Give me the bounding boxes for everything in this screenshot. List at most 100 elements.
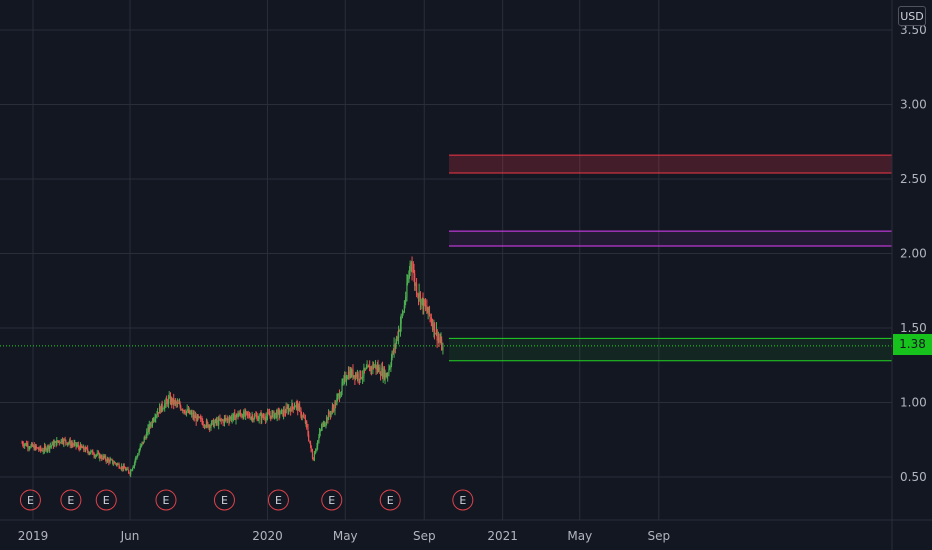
candle-body: [213, 422, 215, 427]
candle-body: [400, 315, 402, 324]
candle-body: [74, 442, 76, 444]
candle-body: [56, 440, 58, 446]
earnings-marker-label: E: [459, 494, 466, 507]
earnings-marker-label: E: [387, 494, 394, 507]
candle-body: [157, 412, 159, 414]
candle-body: [177, 402, 179, 404]
candle-body: [406, 281, 409, 283]
y-tick-label: 1.00: [900, 396, 927, 410]
candle-body: [218, 418, 220, 425]
earnings-marker-label: E: [328, 494, 335, 507]
candle-body: [339, 395, 341, 398]
candle-body: [191, 413, 193, 415]
candle-body: [357, 373, 359, 380]
candle-body: [121, 466, 123, 470]
candle-body: [123, 465, 125, 469]
candle-body: [312, 458, 314, 461]
candle-body: [402, 311, 404, 314]
candle-body: [276, 410, 278, 418]
candle-body: [202, 424, 204, 426]
candle-body: [245, 411, 247, 416]
candle-body: [306, 421, 308, 428]
candle-body: [175, 401, 177, 404]
candle-body: [166, 400, 168, 405]
candle-body: [256, 415, 258, 421]
candle-body: [424, 305, 427, 307]
candle-body: [378, 367, 380, 371]
candle-body: [105, 459, 107, 462]
earnings-markers: EEEEEEEEE: [19, 489, 474, 511]
candle-body: [198, 416, 200, 418]
time-axis[interactable]: 2019 Jun 2020 May Sep 2021 May Sep: [18, 529, 670, 543]
candle-body: [415, 283, 418, 295]
candle-body: [51, 442, 53, 446]
candle-body: [22, 444, 24, 446]
candle-body: [101, 457, 103, 460]
earnings-marker-label: E: [163, 494, 170, 507]
x-tick-label: 2019: [18, 529, 49, 543]
candle-body: [117, 463, 119, 465]
candle-body: [131, 467, 134, 471]
candle-body: [47, 445, 49, 450]
candle-body: [326, 417, 328, 424]
candle-body: [96, 453, 98, 455]
candle-body: [384, 372, 386, 379]
candle-body: [344, 375, 346, 379]
zone-green: [449, 338, 892, 361]
candle-body: [382, 368, 384, 378]
candle-body: [254, 415, 256, 419]
candle-body: [328, 412, 330, 415]
candle-body: [65, 439, 67, 443]
candle-body: [92, 450, 94, 455]
earnings-marker-label: E: [67, 494, 74, 507]
candle-body: [373, 365, 375, 368]
currency-button[interactable]: USD: [898, 6, 926, 26]
candle-body: [211, 420, 213, 422]
candle-body: [227, 418, 229, 421]
candle-body: [397, 329, 400, 339]
candle-body: [346, 376, 348, 380]
candle-body: [258, 415, 260, 420]
y-tick-label: 0.50: [900, 470, 927, 484]
x-tick-label: Sep: [647, 529, 670, 543]
candle-body: [333, 408, 335, 411]
candle-body: [351, 369, 353, 376]
grid: [0, 0, 892, 520]
x-tick-label: Sep: [413, 529, 436, 543]
candle-body: [355, 374, 357, 378]
candle-body: [45, 446, 47, 451]
candle-body: [267, 412, 269, 414]
candle-body: [365, 368, 368, 370]
candle-body: [324, 424, 326, 427]
candle-body: [150, 424, 152, 426]
price-axis[interactable]: 3.503.002.502.001.501.000.50: [900, 23, 927, 484]
candle-body: [441, 339, 443, 351]
candle-body: [387, 373, 389, 376]
earnings-marker-label: E: [221, 494, 228, 507]
candle-body: [429, 314, 431, 318]
candle-body: [184, 412, 186, 414]
candle-body: [388, 367, 391, 369]
candle-body: [90, 450, 92, 453]
candle-body: [40, 449, 42, 451]
candle-body: [427, 306, 429, 313]
candle-body: [67, 442, 69, 444]
earnings-marker-label: E: [275, 494, 282, 507]
candle-body: [225, 418, 227, 420]
candle-body: [220, 419, 222, 421]
candle-body: [29, 447, 31, 449]
x-tick-label: Jun: [120, 529, 140, 543]
candle-body: [330, 411, 332, 416]
candle-body: [405, 296, 407, 303]
candle-body: [153, 419, 155, 422]
candle-body: [418, 292, 420, 297]
price-chart[interactable]: EEEEEEEEE 3.503.002.502.001.501.000.50 2…: [0, 0, 932, 550]
candle-body: [108, 459, 110, 463]
candle-body: [51, 445, 53, 447]
candle-body: [144, 437, 146, 439]
candle-body: [110, 459, 112, 461]
candle-body: [53, 442, 55, 447]
candle-body: [49, 445, 51, 447]
candle-body: [313, 454, 316, 461]
candle-body: [281, 409, 283, 411]
